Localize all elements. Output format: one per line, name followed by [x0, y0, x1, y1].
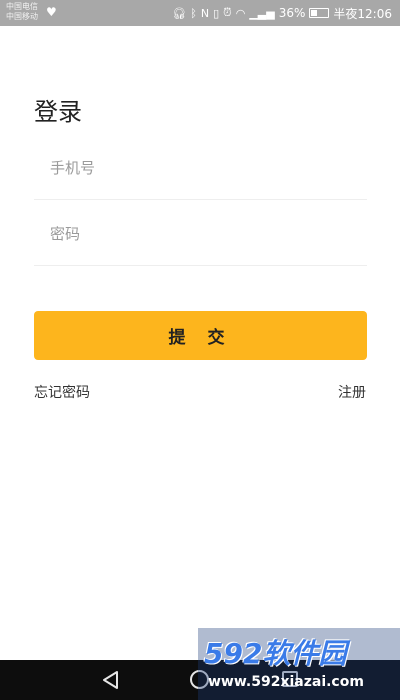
vibrate-icon: ▯ [213, 6, 220, 20]
carrier-2: 中国移动 [6, 12, 38, 21]
forgot-password-link[interactable]: 忘记密码 [34, 382, 90, 402]
wifi-icon: ◠ [235, 6, 246, 20]
status-time: 半夜12:06 [333, 6, 392, 21]
phone-field [34, 134, 367, 200]
phone-input[interactable] [50, 156, 350, 180]
carrier-1: 中国电信 [6, 2, 38, 11]
battery-percent: 36% [278, 6, 306, 20]
nfc-icon: N [200, 6, 210, 20]
status-bar: 中国电信 中国移动 ♥ 🎧︎ ᛒ N ▯ ⏰︎ ◠ ▁▃▅ 36% 半夜12:0… [0, 0, 400, 26]
carrier-info: 中国电信 中国移动 [6, 2, 38, 22]
password-input[interactable] [50, 222, 350, 246]
watermark-logo: 592软件园 www.592xiazai.com [198, 628, 400, 700]
page-title: 登录 [34, 98, 82, 126]
signal-icon: ▁▃▅ [249, 6, 275, 20]
watermark-brand: 592软件园 [204, 637, 347, 670]
password-field [34, 200, 367, 266]
headphones-icon: 🎧︎ [172, 6, 187, 20]
status-icons: 🎧︎ ᛒ N ▯ ⏰︎ ◠ ▁▃▅ 36% 半夜12:06 [172, 0, 392, 26]
back-icon[interactable] [102, 670, 120, 690]
heart-icon: ♥ [46, 5, 57, 19]
register-link[interactable]: 注册 [338, 382, 366, 402]
watermark-url: www.592xiazai.com [208, 674, 364, 690]
battery-icon [309, 8, 330, 18]
alarm-icon: ⏰︎ [223, 6, 232, 19]
submit-button[interactable]: 提 交 [34, 311, 367, 360]
bluetooth-icon: ᛒ [190, 6, 197, 20]
